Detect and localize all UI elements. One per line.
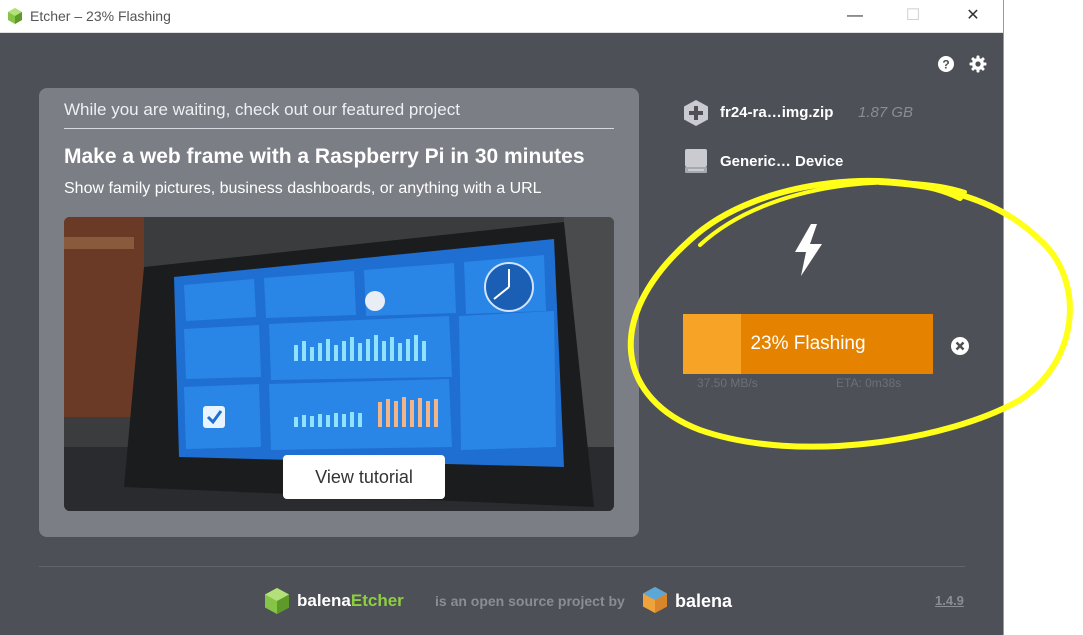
featured-headline: Make a web frame with a Raspberry Pi in … [64,145,585,168]
version-link[interactable]: 1.4.9 [935,593,964,608]
flash-progress-bar: 23% Flashing [683,314,933,374]
gear-icon[interactable] [969,55,987,73]
etcher-window: Etcher – 23% Flashing — ☐ ✕ ? While you … [0,0,1004,635]
etcher-logo-icon[interactable] [264,587,290,615]
target-drive-name[interactable]: Generic… Device [720,153,843,170]
footer-text: is an open source project by [435,593,625,609]
close-icon[interactable]: ✕ [950,0,996,32]
etcher-brand-link[interactable]: balenaEtcher [297,591,404,611]
minimize-icon[interactable]: — [832,0,878,32]
help-icon[interactable]: ? [937,55,955,73]
source-size: 1.87 GB [858,104,914,121]
view-tutorial-button[interactable]: View tutorial [283,455,445,499]
featured-photo[interactable]: View tutorial [64,217,614,511]
balena-logo-icon[interactable] [642,586,668,614]
featured-subline: Show family pictures, business dashboard… [64,180,542,197]
window-title: Etcher – 23% Flashing [30,8,171,24]
featured-project-card: While you are waiting, check out our fea… [39,88,639,537]
lightning-icon [795,224,822,276]
flash-status-label: 23% Flashing [750,333,866,354]
maximize-icon[interactable]: ☐ [890,0,936,32]
etcher-app-icon [8,8,22,24]
balena-brand-link[interactable]: balena [675,591,732,612]
title-bar: Etcher – 23% Flashing — ☐ ✕ [0,0,1003,33]
featured-intro: While you are waiting, check out our fea… [64,100,460,119]
flash-speed: 37.50 MB/s [697,376,758,390]
flash-eta: ETA: 0m38s [836,376,902,390]
brand-suffix: Etcher [350,591,404,610]
svg-text:?: ? [942,58,949,72]
cancel-icon[interactable] [950,336,970,356]
source-filename: fr24-ra…img.zip [720,104,834,121]
drive-icon[interactable] [684,148,708,174]
card-divider [64,128,614,129]
plus-hex-icon[interactable] [683,99,709,127]
brand-prefix: balena [297,591,351,610]
footer-divider [39,566,965,567]
